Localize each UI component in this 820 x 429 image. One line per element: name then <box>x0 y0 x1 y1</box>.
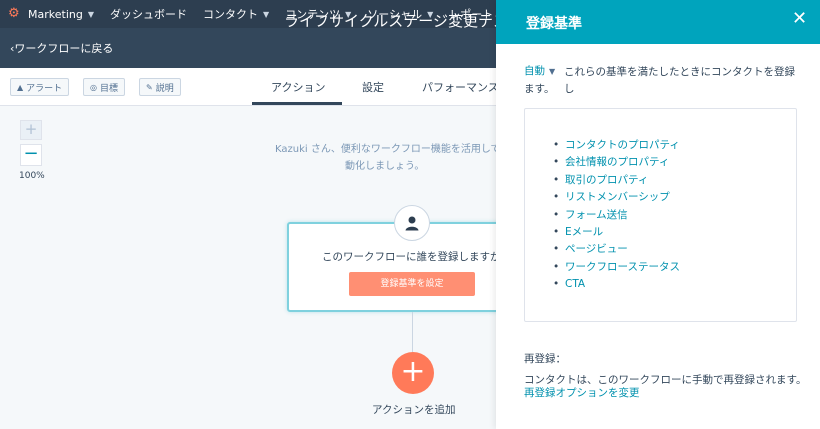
criteria-description-line2: ます。 <box>524 83 555 95</box>
enrollment-mode-value: 自動 <box>524 65 545 77</box>
set-enrollment-criteria-button[interactable]: 登録基準を設定 <box>349 272 475 296</box>
filter-list-membership[interactable]: リストメンバーシップ <box>553 189 680 207</box>
panel-title: 登録基準 <box>526 16 582 32</box>
goal-button[interactable]: ◎ 目標 <box>83 78 125 96</box>
contact-avatar <box>394 205 430 241</box>
nav-contacts-label: コンタクト <box>202 8 258 21</box>
filter-workflow-status[interactable]: ワークフローステータス <box>553 259 680 277</box>
canvas-tip-line2: 動化しましょう。 <box>345 161 425 172</box>
filter-company-properties[interactable]: 会社情報のプロパティ <box>553 154 680 172</box>
edit-icon: ✎ <box>146 82 153 92</box>
filter-email[interactable]: Eメール <box>553 224 680 242</box>
add-action-label: アクションを追加 <box>372 404 456 416</box>
workflow-title[interactable]: ライフサイクルステージ変更テス <box>284 10 508 31</box>
description-button[interactable]: ✎ 説明 <box>139 78 181 96</box>
reenroll-label: 再登録： <box>524 353 566 365</box>
tab-settings[interactable]: 設定 <box>362 79 384 95</box>
nav-marketing[interactable]: Marketing ▼ <box>28 8 94 21</box>
nav-dashboard-label: ダッシュボード <box>109 8 187 21</box>
alert-button[interactable]: ▲ アラート <box>10 78 70 96</box>
chevron-down-icon: ▼ <box>549 67 556 76</box>
tab-performance[interactable]: パフォーマンス <box>422 79 499 95</box>
canvas-tip-line1: Kazuki さん、便利なワークフロー機能を活用して <box>275 144 501 155</box>
nav-contacts[interactable]: コンタクト ▼ <box>203 6 269 22</box>
user-icon <box>405 216 419 231</box>
active-tab-indicator <box>252 102 342 105</box>
add-action-button[interactable]: + <box>392 352 434 394</box>
zoom-in-button[interactable]: + <box>20 120 42 140</box>
filter-type-box: コンタクトのプロパティ 会社情報のプロパティ 取引のプロパティ リストメンバーシ… <box>524 108 797 322</box>
criteria-description-line1: これらの基準を満たしたときにコンタクトを登録し <box>564 66 795 95</box>
back-to-workflows-link[interactable]: ‹ワークフローに戻る <box>10 40 113 56</box>
filter-type-list: コンタクトのプロパティ 会社情報のプロパティ 取引のプロパティ リストメンバーシ… <box>553 137 680 294</box>
nav-dashboard[interactable]: ダッシュボード <box>110 6 187 22</box>
goal-button-label: 目標 <box>99 83 118 94</box>
filter-page-view[interactable]: ページビュー <box>553 241 680 259</box>
alert-button-label: アラート <box>26 83 63 94</box>
chevron-down-icon: ▼ <box>87 9 94 19</box>
back-link-label: ワークフローに戻る <box>14 42 114 55</box>
description-button-label: 説明 <box>155 83 174 94</box>
change-reenroll-options-link[interactable]: 再登録オプションを変更 <box>524 385 640 400</box>
filter-form-submission[interactable]: フォーム送信 <box>553 207 680 225</box>
connector-line <box>412 312 413 352</box>
enrollment-criteria-panel: 登録基準 ✕ 自動 ▼ これらの基準を満たしたときにコンタクトを登録し ます。 コ… <box>496 0 820 429</box>
panel-header: 登録基準 ✕ <box>496 0 820 44</box>
filter-deal-properties[interactable]: 取引のプロパティ <box>553 172 680 190</box>
trigger-question: このワークフローに誰を登録しますか? <box>322 251 507 263</box>
tab-actions[interactable]: アクション <box>271 79 325 95</box>
target-icon: ◎ <box>90 82 97 92</box>
sprocket-logo-icon[interactable]: ⚙ <box>8 7 22 21</box>
enrollment-mode-dropdown[interactable]: 自動 ▼ <box>524 63 555 78</box>
filter-contact-properties[interactable]: コンタクトのプロパティ <box>553 137 680 155</box>
warning-icon: ▲ <box>17 82 24 92</box>
chevron-down-icon: ▼ <box>262 9 270 19</box>
nav-marketing-label: Marketing <box>28 7 83 21</box>
zoom-out-button[interactable]: − <box>20 144 42 166</box>
canvas-tip: Kazuki さん、便利なワークフロー機能を活用して 動化しましょう。 <box>275 141 505 175</box>
zoom-level: 100% <box>19 171 45 181</box>
close-icon[interactable]: ✕ <box>792 9 807 29</box>
filter-cta[interactable]: CTA <box>553 276 680 294</box>
